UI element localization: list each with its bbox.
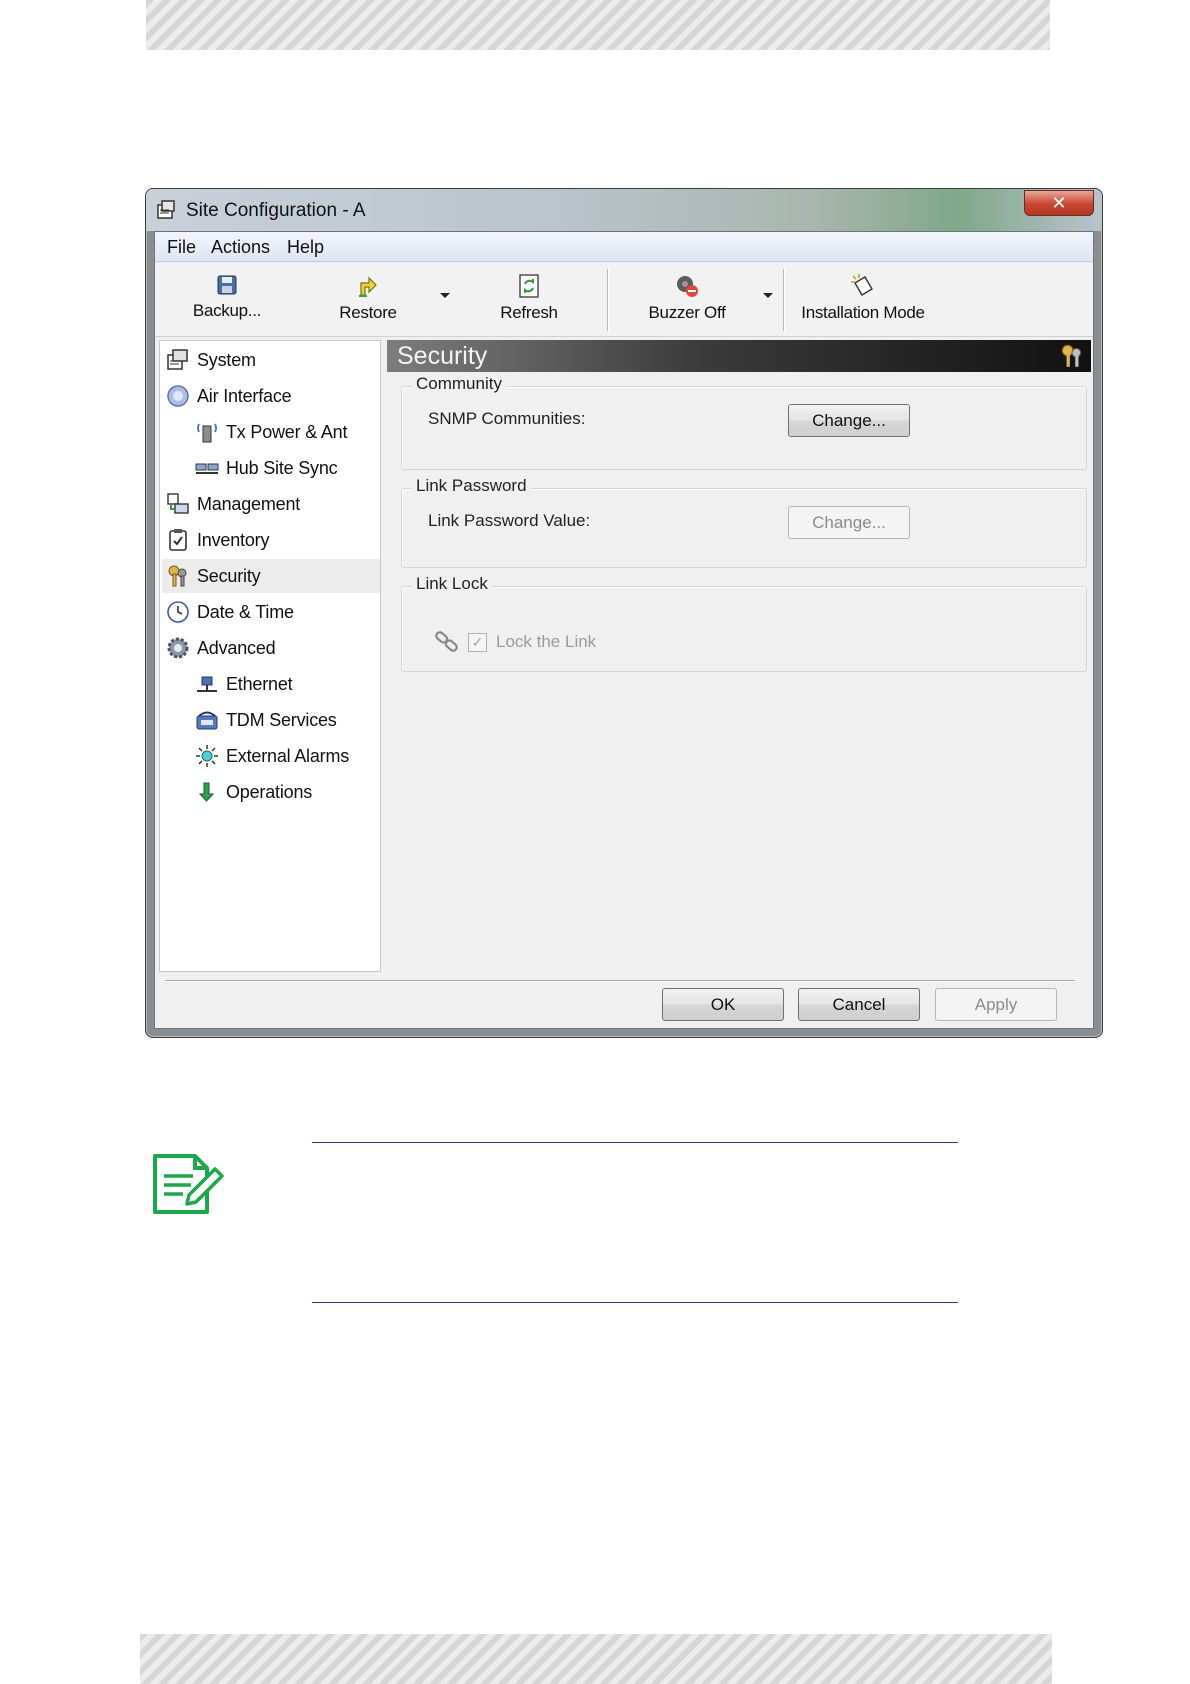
snmp-change-button[interactable]: Change... xyxy=(788,404,910,437)
hub-site-sync-icon xyxy=(195,463,219,474)
link-password-value-label: Link Password Value: xyxy=(428,511,591,530)
panel-title: Security xyxy=(397,342,488,370)
buzzer-off-icon xyxy=(677,276,698,297)
backup-button[interactable]: Backup... xyxy=(179,273,275,329)
restore-dropdown-arrow-icon[interactable] xyxy=(440,293,450,298)
tree-item-external-alarms[interactable]: External Alarms xyxy=(195,739,413,773)
tdm-services-icon xyxy=(196,711,218,730)
lock-the-link-label: Lock the Link xyxy=(496,632,597,651)
inventory-icon xyxy=(169,529,187,551)
restore-button[interactable]: Restore xyxy=(325,273,411,329)
tree-item-label: Date & Time xyxy=(197,601,294,622)
toolbar-separator xyxy=(607,269,609,331)
tree-item-tdm-services[interactable]: TDM Services xyxy=(195,703,413,737)
installation-mode-icon xyxy=(851,274,873,296)
tree-item-security[interactable]: Security xyxy=(162,559,380,593)
tree-item-label: Tx Power & Ant xyxy=(226,421,348,442)
refresh-button[interactable]: Refresh xyxy=(489,273,569,329)
community-group: Community SNMP Communities: Change... xyxy=(401,374,1087,470)
toolbar-separator xyxy=(783,269,785,331)
tree-item-label: Operations xyxy=(226,781,313,802)
dialog-footer-separator xyxy=(165,980,1075,982)
tree-item-advanced[interactable]: Advanced xyxy=(166,631,384,665)
link-chain-icon xyxy=(435,631,458,652)
save-icon xyxy=(217,275,237,295)
tree-item-label: Security xyxy=(197,565,261,586)
menu-file[interactable]: File xyxy=(167,237,196,258)
toolbar: Backup... Restore Refresh Buzzer Off Ins… xyxy=(155,263,1093,337)
link-lock-legend: Link Lock xyxy=(412,574,492,594)
tree-item-label: TDM Services xyxy=(226,709,337,730)
tree-item-label: System xyxy=(197,349,256,370)
ethernet-icon xyxy=(197,676,217,692)
installation-mode-label: Installation Mode xyxy=(801,303,925,322)
menu-help[interactable]: Help xyxy=(287,237,324,258)
installation-mode-button[interactable]: Installation Mode xyxy=(795,273,931,329)
tree-item-label: Management xyxy=(197,493,301,514)
header-hatch-band xyxy=(146,0,1050,50)
snmp-communities-label: SNMP Communities: xyxy=(428,409,586,428)
apply-button[interactable]: Apply xyxy=(935,988,1057,1021)
lock-the-link-row: ✓ Lock the Link xyxy=(434,629,596,655)
security-panel: Security Community SNMP Communities: Cha… xyxy=(387,340,1091,972)
link-password-change-button[interactable]: Change... xyxy=(788,506,910,539)
menu-bar: File Actions Help xyxy=(155,232,1093,262)
restore-label: Restore xyxy=(339,303,397,322)
note-bottom-rule xyxy=(312,1302,958,1303)
tree-item-inventory[interactable]: Inventory xyxy=(166,523,384,557)
buzzer-dropdown-arrow-icon[interactable] xyxy=(763,293,773,298)
backup-label: Backup... xyxy=(192,301,262,320)
tx-power-icon xyxy=(197,423,217,443)
tree-item-label: Advanced xyxy=(197,637,276,658)
note-top-rule xyxy=(312,1142,958,1143)
community-legend: Community xyxy=(412,374,506,394)
menu-actions[interactable]: Actions xyxy=(211,237,270,258)
tree-item-system[interactable]: System xyxy=(166,343,384,377)
link-password-legend: Link Password xyxy=(412,476,531,496)
navigation-tree: System Air Interface Tx Power & Ant Hub … xyxy=(159,340,381,972)
system-icon xyxy=(167,349,188,370)
tree-item-label: Ethernet xyxy=(226,673,293,694)
site-configuration-window: Site Configuration - A ✕ File Actions He… xyxy=(145,188,1103,1038)
link-lock-group: Link Lock ✓ Lock the Link xyxy=(401,574,1087,672)
window-client-area: File Actions Help Backup... Restore Refr… xyxy=(154,231,1094,1029)
tree-item-label: Inventory xyxy=(197,529,270,550)
tree-item-management[interactable]: Management xyxy=(166,487,384,521)
title-bar[interactable]: Site Configuration - A ✕ xyxy=(146,189,1102,231)
clock-icon xyxy=(167,601,189,623)
note-edit-icon xyxy=(153,1154,224,1214)
air-interface-icon xyxy=(167,385,189,407)
tree-item-label: External Alarms xyxy=(226,745,350,766)
tree-item-hub-site-sync[interactable]: Hub Site Sync xyxy=(195,451,413,485)
tree-item-operations[interactable]: Operations xyxy=(195,775,413,809)
tree-item-tx-power[interactable]: Tx Power & Ant xyxy=(195,415,413,449)
panel-header: Security xyxy=(387,340,1091,372)
restore-icon xyxy=(359,276,377,297)
tree-item-date-time[interactable]: Date & Time xyxy=(166,595,384,629)
ok-button[interactable]: OK xyxy=(662,988,784,1021)
tree-item-label: Hub Site Sync xyxy=(226,457,338,478)
tree-item-ethernet[interactable]: Ethernet xyxy=(195,667,413,701)
tree-item-air-interface[interactable]: Air Interface xyxy=(166,379,384,413)
footer-hatch-band xyxy=(140,1634,1052,1684)
tree-item-label: Air Interface xyxy=(197,385,292,406)
buzzer-off-button[interactable]: Buzzer Off xyxy=(635,273,739,329)
site-configuration-icon xyxy=(157,200,175,219)
operations-icon xyxy=(198,782,215,802)
refresh-label: Refresh xyxy=(500,303,558,322)
close-button[interactable]: ✕ xyxy=(1024,190,1094,216)
external-alarms-icon xyxy=(196,745,218,767)
refresh-icon xyxy=(519,274,539,298)
gear-icon xyxy=(167,637,189,659)
security-icon xyxy=(168,565,187,587)
management-icon xyxy=(167,493,189,514)
window-title: Site Configuration - A xyxy=(186,200,366,221)
keys-icon xyxy=(1061,344,1082,367)
cancel-button[interactable]: Cancel xyxy=(798,988,920,1021)
link-password-group: Link Password Link Password Value: Chang… xyxy=(401,476,1087,568)
buzzer-off-label: Buzzer Off xyxy=(648,303,726,322)
lock-the-link-checkbox[interactable]: ✓ xyxy=(468,632,487,652)
